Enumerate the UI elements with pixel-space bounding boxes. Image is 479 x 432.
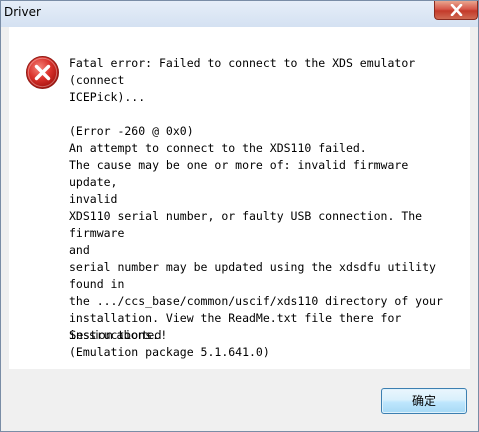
session-status: Session aborted! (69, 328, 167, 342)
close-button[interactable] (434, 1, 478, 20)
error-icon (25, 55, 60, 90)
title-bar[interactable]: Driver (1, 1, 478, 27)
error-message: Fatal error: Failed to connect to the XD… (69, 56, 443, 359)
dialog-content: Fatal error: Failed to connect to the XD… (9, 27, 470, 369)
ok-button[interactable]: 确定 (381, 388, 467, 414)
window-title: Driver (4, 5, 41, 19)
dialog-window: Driver Fatal error: Failed to connect to… (0, 0, 479, 432)
